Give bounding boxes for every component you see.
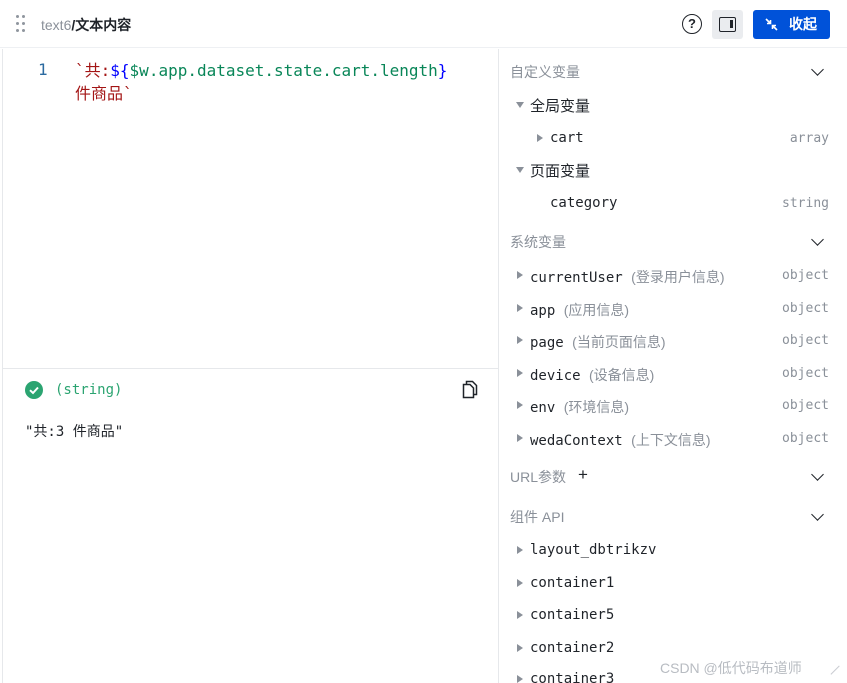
check-circle-icon [25,381,43,399]
section-component-api[interactable]: 组件 API [500,500,847,532]
toggle-side-panel-button[interactable] [712,10,743,39]
variable-name: page (当前页面信息) [530,334,666,351]
caret-right-icon[interactable] [517,336,523,344]
component-name: container2 [530,640,615,656]
section-title: 组件 API [510,509,565,525]
variable-item-wedacontext[interactable]: wedaContext (上下文信息) object [500,423,847,455]
component-item-layout[interactable]: layout_dbtrikzv [500,535,847,567]
caret-right-icon[interactable] [517,401,523,409]
section-title: 自定义变量 [510,64,580,80]
variable-item-app[interactable]: app (应用信息) object [500,293,847,325]
add-url-param-icon[interactable]: + [578,466,588,484]
caret-right-icon[interactable] [517,644,523,652]
variable-description: (当前页面信息) [572,334,666,350]
result-type: (string) [55,382,123,398]
result-bar: (string) [3,369,499,411]
drag-handle-icon[interactable] [16,15,26,33]
code-line[interactable]: `共:${$w.app.dataset.state.cart.length} 件… [75,59,485,105]
template-expr-open: ${ [110,61,130,80]
result-value: "共:3 件商品" [25,424,124,440]
caret-right-icon[interactable] [537,134,543,142]
variable-name: app (应用信息) [530,302,630,319]
code-editor[interactable]: 1 `共:${$w.app.dataset.state.cart.length}… [3,49,499,369]
copy-icon[interactable] [462,380,478,399]
breadcrumb: text6/文本内容 [41,15,131,35]
section-title: 系统变量 [510,234,566,250]
collapse-button-label: 收起 [789,16,817,32]
template-tick-open: ` [75,61,85,80]
variable-item-page[interactable]: page (当前页面信息) object [500,325,847,357]
collapse-button[interactable]: 收起 [753,10,830,39]
template-expr-close: } [437,61,448,80]
variable-name: wedaContext (上下文信息) [530,432,711,449]
variable-item-device[interactable]: device (设备信息) object [500,358,847,390]
editor-header: text6/文本内容 ? 收起 [0,0,847,48]
component-name: layout_dbtrikzv [530,542,657,558]
caret-down-icon[interactable] [516,102,524,108]
variable-description: (上下文信息) [631,432,711,448]
side-panel-icon [719,17,736,32]
variable-name: cart [550,130,584,146]
component-name: container3 [530,671,615,683]
section-url-params[interactable]: URL参数 + [500,460,847,492]
variable-type: object [782,366,829,381]
variable-type: object [782,398,829,413]
caret-right-icon[interactable] [517,546,523,554]
variable-type: array [789,131,829,146]
chevron-down-icon[interactable] [811,468,824,481]
variable-description: (应用信息) [563,302,630,318]
component-name: container5 [530,607,615,623]
component-item-container1[interactable]: container1 [500,568,847,600]
variable-description: (环境信息) [563,399,630,415]
caret-right-icon[interactable] [517,611,523,619]
caret-right-icon[interactable] [517,369,523,377]
breadcrumb-component: text6 [41,17,72,33]
chevron-down-icon[interactable] [811,508,824,521]
variable-type: string [782,196,829,211]
page-title: 文本内容 [75,17,132,33]
collapse-arrows-icon [765,18,778,31]
caret-right-icon[interactable] [517,271,523,279]
section-custom-variables[interactable]: 自定义变量 [500,55,847,87]
chevron-down-icon[interactable] [811,233,824,246]
caret-right-icon[interactable] [517,579,523,587]
variable-type: object [782,301,829,316]
group-label: 页面变量 [530,163,591,180]
expression-pane: 1 `共:${$w.app.dataset.state.cart.length}… [2,49,499,683]
line-number: 1 [38,60,48,79]
variable-item-cart[interactable]: cart array [500,123,847,155]
caret-right-icon[interactable] [517,675,523,683]
section-title: URL参数 [510,469,567,485]
group-page-variables[interactable]: 页面变量 [500,154,847,186]
component-name: container1 [530,575,615,591]
variable-name: currentUser (登录用户信息) [530,269,725,286]
caret-right-icon[interactable] [517,434,523,442]
group-label: 全局变量 [530,98,591,115]
variable-type: object [782,333,829,348]
variable-description: (登录用户信息) [631,269,725,285]
component-item-container5[interactable]: container5 [500,600,847,632]
variable-type: object [782,431,829,446]
chevron-down-icon[interactable] [811,63,824,76]
watermark: CSDN @低代码布道师 [660,660,802,676]
template-expression: $w.app.dataset.state.cart.length [129,61,438,80]
variable-item-env[interactable]: env (环境信息) object [500,390,847,422]
variable-panel: 自定义变量 全局变量 cart array 页面变量 category stri… [500,49,847,683]
variable-item-category[interactable]: category string [500,188,847,220]
template-tick-close: ` [123,84,133,103]
variable-type: object [782,268,829,283]
variable-name: env (环境信息) [530,399,630,416]
variable-name: device (设备信息) [530,367,655,384]
section-system-variables[interactable]: 系统变量 [500,225,847,257]
caret-right-icon[interactable] [517,304,523,312]
variable-description: (设备信息) [589,367,655,383]
group-global-variables[interactable]: 全局变量 [500,89,847,121]
variable-name: category [550,195,618,211]
help-icon[interactable]: ? [682,14,702,34]
caret-down-icon[interactable] [516,167,524,173]
template-text-after: 件商品 [75,84,124,103]
template-text-before: 共: [84,61,111,80]
variable-item-currentuser[interactable]: currentUser (登录用户信息) object [500,260,847,292]
